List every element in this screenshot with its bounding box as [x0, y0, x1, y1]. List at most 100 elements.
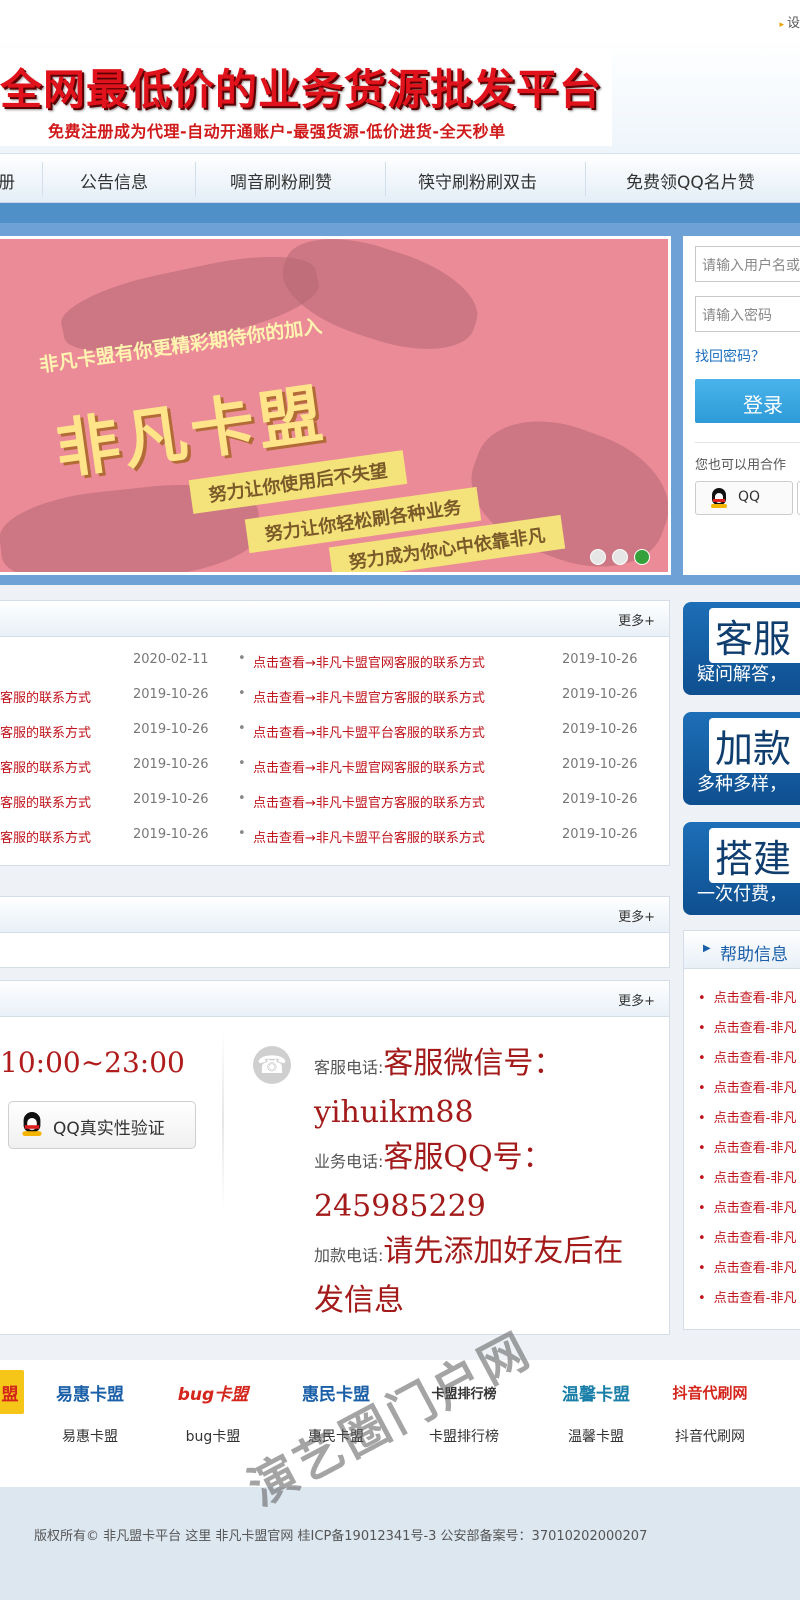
news-panel: 更多+ 2020-02-11 • 点击查看→非凡卡盟官网客服的联系方式 2019… — [0, 600, 670, 866]
password-input[interactable]: 请输入密码 — [695, 296, 800, 332]
news-left-title[interactable]: 客服的联系方式 — [0, 687, 91, 706]
news-left-date: 2019-10-26 — [133, 722, 209, 737]
ad-subtitle: 一次付费， — [697, 884, 787, 905]
news-row: 2020-02-11 • 点击查看→非凡卡盟官网客服的联系方式 2019-10-… — [0, 644, 670, 679]
help-item[interactable]: 点击查看-非凡 — [698, 1167, 797, 1186]
help-item[interactable]: 点击查看-非凡 — [698, 1287, 797, 1306]
news-right-title[interactable]: 点击查看→非凡卡盟官网客服的联系方式 — [253, 757, 485, 776]
friend-link[interactable]: 盟 — [0, 1370, 24, 1426]
site-footer: 版权所有© 非凡盟卡平台 这里 非凡卡盟官网 桂ICP备19012341号-3 … — [0, 1487, 800, 1600]
slider-dot[interactable] — [612, 549, 628, 565]
phone-icon: ☎ — [253, 1046, 291, 1084]
login-panel: 请输入用户名或 请输入密码 找回密码？ 登录 您也可以用合作 QQ — [683, 236, 800, 575]
nav-item-announcements[interactable]: 公告信息 — [80, 168, 148, 193]
bullet-icon: • — [238, 651, 246, 666]
nav-underline-strip — [0, 203, 800, 223]
service-hours: 10:00~23:00 — [0, 1046, 185, 1079]
news-panel-header: 更多+ — [0, 601, 669, 637]
contact-panel: 更多+ 10:00~23:00 QQ真实性验证 ☎ 客服电话:客服微信号：yih… — [0, 980, 670, 1335]
qq-login-label: QQ — [738, 489, 761, 505]
help-item[interactable]: 点击查看-非凡 — [698, 1077, 797, 1096]
friend-link[interactable]: bug卡盟 bug卡盟 — [158, 1370, 268, 1446]
qq-login-button[interactable]: QQ — [695, 481, 793, 515]
friend-link[interactable]: 易惠卡盟 易惠卡盟 — [34, 1370, 146, 1446]
news-row: 客服的联系方式 2019-10-26 • 点击查看→非凡卡盟平台客服的联系方式 … — [0, 714, 670, 749]
help-header: 帮助信息 — [684, 931, 800, 969]
news-right-date: 2019-10-26 — [562, 722, 638, 737]
news-left-title[interactable]: 客服的联系方式 — [0, 757, 91, 776]
ad-title: 加款 — [709, 718, 800, 773]
ad-add-funds[interactable]: 加款 多种多样， — [683, 712, 800, 805]
nav-divider — [42, 162, 43, 196]
news-right-title[interactable]: 点击查看→非凡卡盟官网客服的联系方式 — [253, 652, 485, 671]
nav-divider — [585, 162, 586, 196]
nav-item-kuaishou[interactable]: 筷守刷粉刷双击 — [418, 168, 537, 193]
username-input[interactable]: 请输入用户名或 — [695, 246, 800, 282]
friend-link-name: 易惠卡盟 — [62, 1429, 118, 1445]
help-item[interactable]: 点击查看-非凡 — [698, 1137, 797, 1156]
ad-subtitle: 疑问解答， — [697, 664, 787, 685]
news-row: 客服的联系方式 2019-10-26 • 点击查看→非凡卡盟平台客服的联系方式 … — [0, 819, 670, 854]
news-left-date: 2019-10-26 — [133, 757, 209, 772]
friend-link-logo: 盟 — [0, 1370, 24, 1414]
nav-item-free-qq-likes[interactable]: 免费领QQ名片赞 — [626, 168, 755, 193]
news-left-title[interactable]: 客服的联系方式 — [0, 827, 91, 846]
secondary-more-link[interactable]: 更多+ — [618, 906, 655, 925]
qq-verify-button[interactable]: QQ真实性验证 — [8, 1101, 196, 1149]
help-item[interactable]: 点击查看-非凡 — [698, 1227, 797, 1246]
news-row: 客服的联系方式 2019-10-26 • 点击查看→非凡卡盟官方客服的联系方式 … — [0, 679, 670, 714]
news-right-title[interactable]: 点击查看→非凡卡盟官方客服的联系方式 — [253, 687, 485, 706]
site-logo[interactable]: 全网最低价的业务货源批发平台 免费注册成为代理-自动开通账户-最强货源-低价进货… — [0, 48, 612, 146]
help-item[interactable]: 点击查看-非凡 — [698, 1257, 797, 1276]
help-panel: 帮助信息 点击查看-非凡 点击查看-非凡 点击查看-非凡 点击查看-非凡 点击查… — [683, 930, 800, 1330]
login-button[interactable]: 登录 — [695, 379, 800, 423]
news-right-date: 2019-10-26 — [562, 757, 638, 772]
slider-dot-active[interactable] — [634, 549, 650, 565]
friend-link-logo: 温馨卡盟 — [562, 1384, 630, 1405]
ad-customer-service[interactable]: 客服 疑问解答， — [683, 602, 800, 695]
bullet-icon: • — [238, 686, 246, 701]
news-right-date: 2019-10-26 — [562, 687, 638, 702]
footer-copyright: 版权所有© 非凡盟卡平台 这里 非凡卡盟官网 桂ICP备19012341号-3 … — [34, 1529, 648, 1544]
funds-label: 加款电话: — [314, 1246, 384, 1265]
slide-decoration — [270, 239, 490, 368]
business-label: 业务电话: — [314, 1152, 384, 1171]
forgot-password-link[interactable]: 找回密码？ — [695, 346, 765, 366]
secondary-panel: 更多+ — [0, 896, 670, 968]
header-banner: 全网最低价的业务货源批发平台 免费注册成为代理-自动开通账户-最强货源-低价进货… — [0, 38, 800, 153]
help-item[interactable]: 点击查看-非凡 — [698, 987, 797, 1006]
news-row: 客服的联系方式 2019-10-26 • 点击查看→非凡卡盟官方客服的联系方式 … — [0, 784, 670, 819]
contact-more-link[interactable]: 更多+ — [618, 990, 655, 1009]
friend-link[interactable]: 抖音代刷网 抖音代刷网 — [660, 1370, 760, 1446]
nav-item-douyin[interactable]: 啁音刷粉刷赞 — [230, 168, 332, 193]
news-left-date: 2019-10-26 — [133, 687, 209, 702]
help-item[interactable]: 点击查看-非凡 — [698, 1107, 797, 1126]
ad-title: 搭建 — [709, 828, 800, 883]
friend-link[interactable]: 温馨卡盟 温馨卡盟 — [540, 1370, 652, 1446]
news-left-title[interactable]: 客服的联系方式 — [0, 722, 91, 741]
news-right-date: 2019-10-26 — [562, 827, 638, 842]
bullet-icon: • — [238, 756, 246, 771]
ad-title: 客服 — [709, 608, 800, 663]
help-item[interactable]: 点击查看-非凡 — [698, 1197, 797, 1216]
help-item[interactable]: 点击查看-非凡 — [698, 1017, 797, 1036]
news-right-title[interactable]: 点击查看→非凡卡盟平台客服的联系方式 — [253, 722, 485, 741]
secondary-panel-header: 更多+ — [0, 897, 669, 933]
settings-link[interactable]: 设 — [779, 12, 800, 31]
news-right-date: 2019-10-26 — [562, 792, 638, 807]
news-right-title[interactable]: 点击查看→非凡卡盟官方客服的联系方式 — [253, 792, 485, 811]
news-more-link[interactable]: 更多+ — [618, 610, 655, 629]
news-right-title[interactable]: 点击查看→非凡卡盟平台客服的联系方式 — [253, 827, 485, 846]
site-subslogan: 免费注册成为代理-自动开通账户-最强货源-低价进货-全天秒单 — [48, 122, 506, 141]
site-slogan: 全网最低价的业务货源批发平台 — [0, 65, 603, 114]
news-left-title[interactable]: 客服的联系方式 — [0, 792, 91, 811]
qq-penguin-icon — [21, 1112, 43, 1136]
slider-dot[interactable] — [590, 549, 606, 565]
nav-item-register[interactable]: 册 — [0, 168, 15, 193]
slider-dots — [590, 549, 656, 569]
ad-build-site[interactable]: 搭建 一次付费， — [683, 822, 800, 915]
help-item[interactable]: 点击查看-非凡 — [698, 1047, 797, 1066]
friend-link-name: bug卡盟 — [185, 1429, 241, 1445]
qq-verify-label: QQ真实性验证 — [53, 1119, 165, 1139]
banner-slider[interactable]: 非凡卡盟有你更精彩期待你的加入 非凡卡盟 努力让你使用后不失望 努力让你轻松刷各… — [0, 236, 671, 575]
